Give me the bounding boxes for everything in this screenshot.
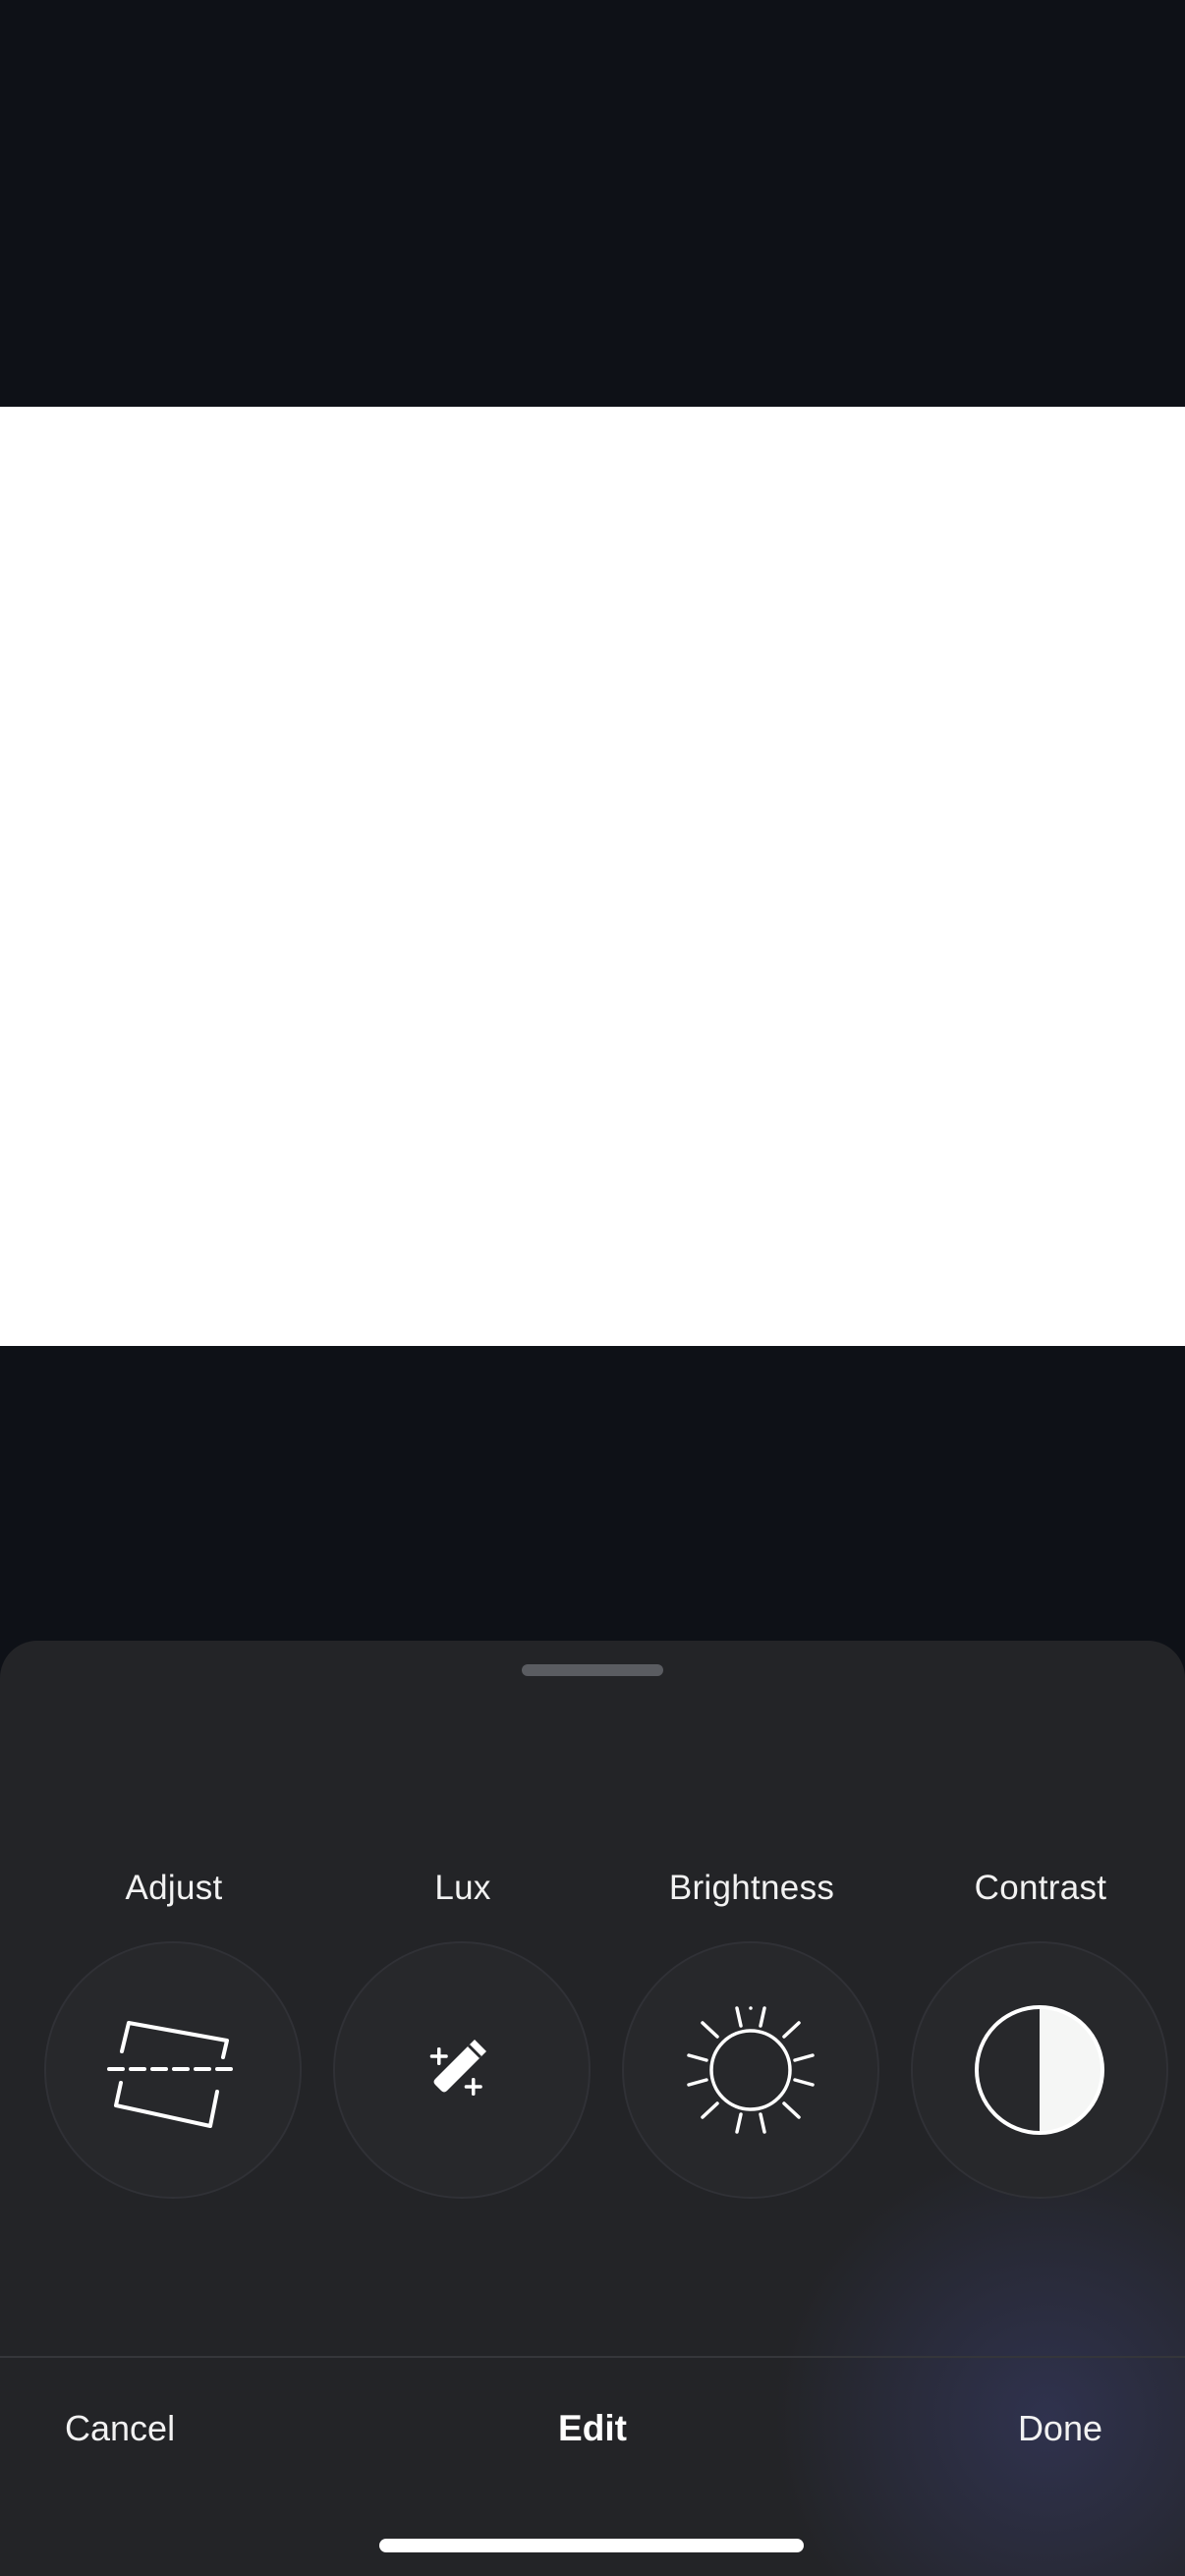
home-indicator [379, 2539, 804, 2552]
tool-brightness[interactable]: Brightness [622, 1867, 881, 2240]
photo-preview [0, 407, 1185, 1346]
photo-editor-screen: Adjust Lux Brightness Contrast Cancel Ed… [0, 0, 1185, 2576]
done-button[interactable]: Done [1018, 2407, 1102, 2450]
tool-contrast-label: Contrast [974, 1869, 1107, 1907]
sun-icon [687, 2006, 815, 2134]
edit-tools-sheet: Adjust Lux Brightness Contrast Cancel Ed… [0, 1641, 1185, 2576]
footer-divider [0, 2356, 1185, 2358]
tool-row: Adjust Lux Brightness Contrast [0, 1867, 1185, 2240]
page-title: Edit [558, 2408, 627, 2448]
tool-lux-button[interactable] [333, 1941, 591, 2199]
tool-brightness-label: Brightness [668, 1869, 835, 1907]
tool-brightness-button[interactable] [622, 1941, 879, 2199]
tool-adjust-button[interactable] [44, 1941, 302, 2199]
magic-wand-icon [429, 2040, 486, 2096]
tool-adjust-label: Adjust [125, 1869, 223, 1907]
tool-lux[interactable]: Lux [333, 1867, 592, 2240]
tool-contrast[interactable]: Contrast [911, 1867, 1170, 2240]
tool-lux-label: Lux [434, 1869, 491, 1907]
sheet-grabber[interactable] [522, 1664, 663, 1676]
tool-contrast-button[interactable] [911, 1941, 1168, 2199]
tool-adjust[interactable]: Adjust [44, 1867, 304, 2240]
half-circle-icon [975, 2005, 1104, 2135]
adjust-straighten-icon [107, 2021, 239, 2128]
